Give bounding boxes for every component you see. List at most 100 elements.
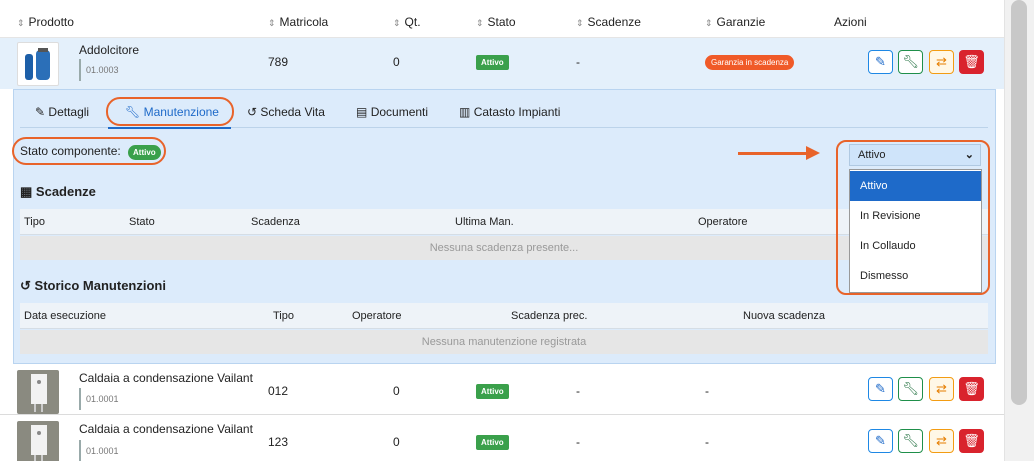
tab-label: Documenti (370, 105, 429, 119)
pen-icon: ✎ (875, 54, 886, 69)
th-operatore: Operatore (698, 216, 748, 228)
tab-label: Catasto Impianti (473, 105, 561, 119)
col-garanzie-label: Garanzie (716, 15, 766, 29)
table-row[interactable]: Addolcitore 01.0003 789 0 Attivo - Garan… (0, 38, 1004, 89)
wrench-icon: 🔧︎ (902, 433, 919, 448)
th-nuova-scadenza: Nuova scadenza (743, 310, 825, 322)
table-row[interactable]: Caldaia a condensazione Vailant 01.0001 … (0, 367, 1004, 415)
transfer-button[interactable]: ⇄ (929, 377, 954, 401)
product-name[interactable]: Addolcitore (79, 43, 139, 57)
swap-icon: ⇄ (936, 54, 947, 69)
pen-icon: ✎ (875, 433, 886, 448)
garanzie-value: - (705, 435, 709, 449)
product-code: 01.0001 (79, 440, 119, 461)
th-stato: Stato (129, 216, 155, 228)
matricola-value: 012 (268, 384, 289, 398)
scadenze-title: ▦ Scadenze (20, 184, 96, 200)
edit-icon: ✎ (35, 105, 46, 119)
maintenance-button[interactable]: 🔧︎ (898, 377, 923, 401)
document-icon: ▤ (356, 105, 368, 119)
maintenance-button[interactable]: 🔧︎ (898, 50, 923, 74)
product-image (17, 421, 59, 461)
tab-documenti[interactable]: ▤ Documenti (356, 105, 428, 119)
annotation-arrow (738, 152, 808, 155)
col-qt[interactable]: ⇕ Qt. (393, 15, 421, 29)
edit-button[interactable]: ✎ (868, 377, 893, 401)
tab-dettagli[interactable]: ✎ Dettagli (35, 105, 89, 119)
qt-value: 0 (393, 384, 400, 398)
sort-icon: ⇕ (576, 18, 584, 28)
product-image (17, 42, 59, 86)
storico-table-header: Data esecuzione Tipo Operatore Scadenza … (20, 303, 988, 329)
scadenze-value: - (576, 384, 580, 398)
product-name[interactable]: Caldaia a condensazione Vailant (79, 422, 253, 436)
trash-icon: 🗑︎ (963, 433, 980, 448)
swap-icon: ⇄ (936, 381, 947, 396)
edit-button[interactable]: ✎ (868, 50, 893, 74)
sort-icon: ⇕ (17, 18, 25, 28)
annotation-arrow-head (806, 146, 820, 160)
sort-icon: ⇕ (393, 18, 401, 28)
scrollbar-thumb[interactable] (1011, 0, 1027, 405)
swap-icon: ⇄ (936, 433, 947, 448)
th-operatore: Operatore (352, 310, 402, 322)
calendar-icon: ▦ (20, 184, 33, 199)
col-prodotto[interactable]: ⇕ Prodotto (17, 15, 74, 29)
history-icon: ↺ (20, 278, 31, 293)
col-azioni: Azioni (834, 15, 867, 29)
status-badge: Attivo (476, 384, 509, 399)
product-code: 01.0003 (79, 59, 119, 81)
col-scadenze[interactable]: ⇕ Scadenze (576, 15, 641, 29)
annotation-oval-tab (106, 97, 234, 126)
sort-icon: ⇕ (476, 18, 484, 28)
maintenance-button[interactable]: 🔧︎ (898, 429, 923, 453)
th-tipo: Tipo (273, 310, 294, 322)
wrench-icon: 🔧︎ (902, 381, 919, 396)
tab-scheda-vita[interactable]: ↺ Scheda Vita (247, 105, 325, 119)
active-tab-indicator (108, 127, 231, 129)
transfer-button[interactable]: ⇄ (929, 50, 954, 74)
matricola-value: 789 (268, 55, 289, 69)
storico-empty-row: Nessuna manutenzione registrata (20, 330, 988, 354)
garanzie-value: - (705, 384, 709, 398)
sort-icon: ⇕ (705, 18, 713, 28)
product-code: 01.0001 (79, 388, 119, 410)
scadenze-value: - (576, 55, 580, 69)
scadenze-title-text: Scadenze (35, 184, 96, 199)
delete-button[interactable]: 🗑︎ (959, 377, 984, 401)
warranty-badge: Garanzia in scadenza (705, 55, 795, 70)
col-garanzie[interactable]: ⇕ Garanzie (705, 15, 765, 29)
pen-icon: ✎ (875, 381, 886, 396)
storico-title: ↺ Storico Manutenzioni (20, 278, 166, 294)
status-badge: Attivo (476, 435, 509, 450)
matricola-value: 123 (268, 435, 289, 449)
th-tipo: Tipo (24, 216, 45, 228)
table-header: ⇕ Prodotto ⇕ Matricola ⇕ Qt. ⇕ Stato ⇕ Scaden… (0, 0, 1004, 38)
table-row[interactable]: Caldaia a condensazione Vailant 01.0001 … (0, 418, 1004, 461)
history-icon: ↺ (247, 105, 258, 119)
col-matricola[interactable]: ⇕ Matricola (268, 15, 328, 29)
tab-label: Dettagli (48, 105, 90, 119)
sort-icon: ⇕ (268, 18, 276, 28)
annotation-oval-status (12, 137, 166, 165)
qt-value: 0 (393, 55, 400, 69)
col-prodotto-label: Prodotto (28, 15, 74, 29)
status-badge: Attivo (476, 55, 509, 70)
tab-catasto-impianti[interactable]: ▥ Catasto Impianti (459, 105, 560, 119)
th-scadenza: Scadenza (251, 216, 300, 228)
col-qt-label: Qt. (404, 15, 421, 29)
delete-button[interactable]: 🗑︎ (959, 50, 984, 74)
col-scadenze-label: Scadenze (587, 15, 641, 29)
product-name[interactable]: Caldaia a condensazione Vailant (79, 371, 253, 385)
col-stato[interactable]: ⇕ Stato (476, 15, 516, 29)
col-matricola-label: Matricola (279, 15, 329, 29)
edit-button[interactable]: ✎ (868, 429, 893, 453)
storico-title-text: Storico Manutenzioni (34, 278, 166, 293)
product-image (17, 370, 59, 414)
scadenze-value: - (576, 435, 580, 449)
col-stato-label: Stato (487, 15, 516, 29)
delete-button[interactable]: 🗑︎ (959, 429, 984, 453)
th-scadenza-prec: Scadenza prec. (511, 310, 588, 322)
transfer-button[interactable]: ⇄ (929, 429, 954, 453)
annotation-oval-dropdown (836, 140, 990, 295)
